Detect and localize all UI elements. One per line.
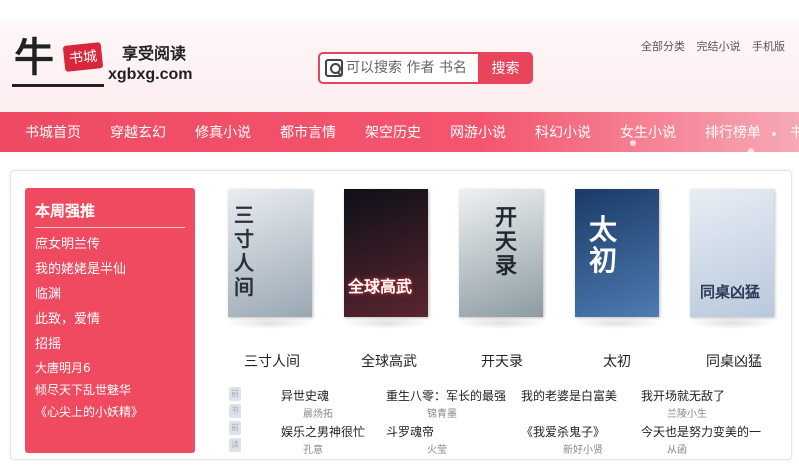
book-list-title[interactable]: 娱乐之男神很忙 xyxy=(281,423,365,440)
book-cover-text: 太初 xyxy=(589,213,618,277)
main-nav: 书城首页 穿越玄幻 修真小说 都市言情 架空历史 网游小说 科幻小说 女生小说 … xyxy=(0,112,799,154)
tag-badge: 读 xyxy=(229,438,241,452)
book-cover-text: 同桌凶猛 xyxy=(700,283,761,301)
rank-item[interactable]: 庶女明兰传 xyxy=(35,232,185,257)
book-list-author[interactable]: 锦青墨 xyxy=(427,405,457,420)
search-bar: 搜索 xyxy=(318,52,533,84)
nav-xuanhuan[interactable]: 穿越玄幻 xyxy=(110,122,166,142)
logo-domain: xgbxg.com xyxy=(108,66,193,83)
cover-shadow xyxy=(572,317,662,329)
rank-item[interactable]: 我的姥姥是半仙 xyxy=(35,257,185,282)
nav-history[interactable]: 架空历史 xyxy=(365,122,421,142)
rank-item[interactable]: 大唐明月6 xyxy=(35,357,185,379)
book-cover-text: 开天录 xyxy=(495,206,518,280)
book-list-title[interactable]: 我开场就无敌了 xyxy=(641,387,725,404)
weekly-recommend-title: 本周强推 xyxy=(35,200,185,228)
featured-covers: 三寸人间全球高武 开天录 太初同桌凶猛 xyxy=(225,189,786,339)
rank-item[interactable]: 倾尽天下乱世魅华 xyxy=(35,379,185,401)
book-title[interactable]: 开天录 xyxy=(481,351,523,371)
rank-item[interactable]: 临渊 xyxy=(35,282,185,307)
cover-shadow xyxy=(456,317,546,329)
logo-slogan: 享受阅读 xyxy=(122,44,187,63)
book-cover-text: 全球高武 xyxy=(348,277,413,296)
cover-shadow xyxy=(225,317,315,329)
tag-badge: 前 xyxy=(229,387,241,401)
nav-decor-dot xyxy=(630,140,636,146)
search-icon xyxy=(325,59,343,77)
book-cover[interactable]: 太初 xyxy=(575,189,659,317)
top-links: 全部分类 完结小说 手机版 xyxy=(633,38,785,54)
book-cover-text: 三寸人间 xyxy=(234,203,254,299)
cover-shadow xyxy=(687,317,777,329)
nav-urban[interactable]: 都市言情 xyxy=(280,122,336,142)
link-mobile[interactable]: 手机版 xyxy=(752,40,785,53)
nav-ranking[interactable]: 排行榜单 xyxy=(705,122,761,142)
book-list-author[interactable]: 从函 xyxy=(667,441,687,456)
content-card: 本周强推 庶女明兰传 我的姥姥是半仙 临渊 此致，爱情 招摇 大唐明月6 倾尽天… xyxy=(10,170,792,460)
book-list-title[interactable]: 《我爱杀鬼子》 xyxy=(521,423,605,440)
logo-underline xyxy=(12,84,104,87)
book-list-author[interactable]: 火莹 xyxy=(427,441,447,456)
cover-shadow xyxy=(341,317,431,329)
book-title[interactable]: 太初 xyxy=(603,351,631,371)
nav-scifi[interactable]: 科幻小说 xyxy=(535,122,591,142)
book-list-author[interactable]: 兰陵小生 xyxy=(667,405,707,420)
logo-box: 书城 xyxy=(62,42,104,72)
top-strip xyxy=(0,0,799,6)
tag-badge: 书 xyxy=(229,404,241,418)
nav-xiuzhen[interactable]: 修真小说 xyxy=(195,122,251,142)
book-list-title[interactable]: 今天也是努力变美的一 xyxy=(641,423,761,440)
book-cover[interactable]: 同桌凶猛 xyxy=(690,189,774,317)
rank-item[interactable]: 《心尖上的小妖精》 xyxy=(35,401,185,423)
nav-bookshelf[interactable]: 书架 xyxy=(790,122,799,142)
book-cover[interactable]: 全球高武 xyxy=(344,189,428,317)
nav-female[interactable]: 女生小说 xyxy=(620,122,676,142)
book-cover[interactable]: 三寸人间 xyxy=(228,189,312,317)
search-button[interactable]: 搜索 xyxy=(478,52,533,84)
search-input[interactable] xyxy=(346,57,476,79)
featured-titles: 三寸人间 全球高武 开天录 太初 同桌凶猛 xyxy=(226,351,786,371)
book-title[interactable]: 同桌凶猛 xyxy=(706,351,762,371)
list-tags: 前 书 前 读 xyxy=(229,387,241,455)
book-list-title[interactable]: 斗罗魂帝 xyxy=(386,423,434,440)
weekly-recommend: 本周强推 庶女明兰传 我的姥姥是半仙 临渊 此致，爱情 招摇 大唐明月6 倾尽天… xyxy=(25,188,195,453)
rank-item[interactable]: 招摇 xyxy=(35,332,185,357)
site-logo[interactable]: 牛 书城 享受阅读 xgbxg.com xyxy=(12,36,192,96)
book-list-author[interactable]: 晨炀拓 xyxy=(303,405,333,420)
header: 牛 书城 享受阅读 xgbxg.com 搜索 全部分类 完结小说 手机版 xyxy=(0,20,799,112)
book-title[interactable]: 三寸人间 xyxy=(244,351,300,371)
book-list-author[interactable]: 孔意 xyxy=(303,441,323,456)
rank-list: 庶女明兰传 我的姥姥是半仙 临渊 此致，爱情 招摇 大唐明月6 倾尽天下乱世魅华… xyxy=(35,232,185,423)
book-title[interactable]: 全球高武 xyxy=(361,351,417,371)
nav-game[interactable]: 网游小说 xyxy=(450,122,506,142)
tag-badge: 前 xyxy=(229,421,241,435)
book-list-author[interactable]: 新好小贤 xyxy=(563,441,603,456)
link-all-categories[interactable]: 全部分类 xyxy=(641,40,685,53)
nav-decor-dot xyxy=(772,132,776,136)
book-list-title[interactable]: 异世史魂 xyxy=(281,387,329,404)
nav-home[interactable]: 书城首页 xyxy=(25,122,81,142)
book-list-title[interactable]: 重生八零：军长的最强 xyxy=(386,387,506,404)
nav-decor-dot xyxy=(748,148,754,154)
book-cover[interactable]: 开天录 xyxy=(459,189,543,317)
logo-char: 牛 xyxy=(14,34,54,81)
rank-item[interactable]: 此致，爱情 xyxy=(35,307,185,332)
link-finished-novels[interactable]: 完结小说 xyxy=(697,40,741,53)
search-box xyxy=(318,52,480,84)
book-list-title[interactable]: 我的老婆是白富美 xyxy=(521,387,617,404)
